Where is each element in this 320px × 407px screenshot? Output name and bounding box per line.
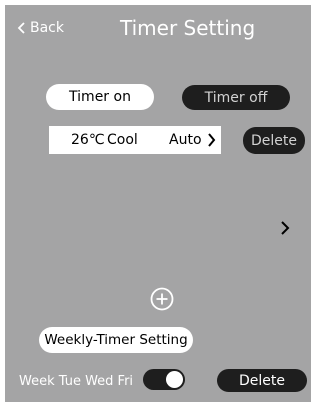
weekly-timer-setting-button[interactable]: Weekly-Timer Setting [39,327,193,353]
timer-entry[interactable]: 26℃ Cool Auto [49,126,221,154]
delete-timer-button[interactable]: Delete [243,127,305,154]
chevron-right-icon [207,133,216,147]
entry-fan: Auto [169,132,202,148]
plus-circle-icon[interactable] [150,287,174,315]
tab-timer-on[interactable]: Timer on [46,84,154,110]
chevron-left-icon [17,22,26,34]
delete-weekly-button[interactable]: Delete [217,369,307,392]
entry-mode: Cool [107,132,138,148]
page-title: Timer Setting [120,16,256,40]
toggle-knob [166,371,183,388]
weekly-days-label: Week Tue Wed Fri [19,374,134,389]
back-label: Back [30,20,64,36]
entry-temperature: 26℃ [71,132,105,148]
weekly-timer-toggle[interactable] [143,369,185,390]
tab-timer-off[interactable]: Timer off [182,85,290,110]
back-button[interactable]: Back [17,20,64,36]
chevron-right-icon[interactable] [280,220,290,240]
timer-setting-screen: Back Timer Setting Timer on Timer off 26… [5,5,311,402]
